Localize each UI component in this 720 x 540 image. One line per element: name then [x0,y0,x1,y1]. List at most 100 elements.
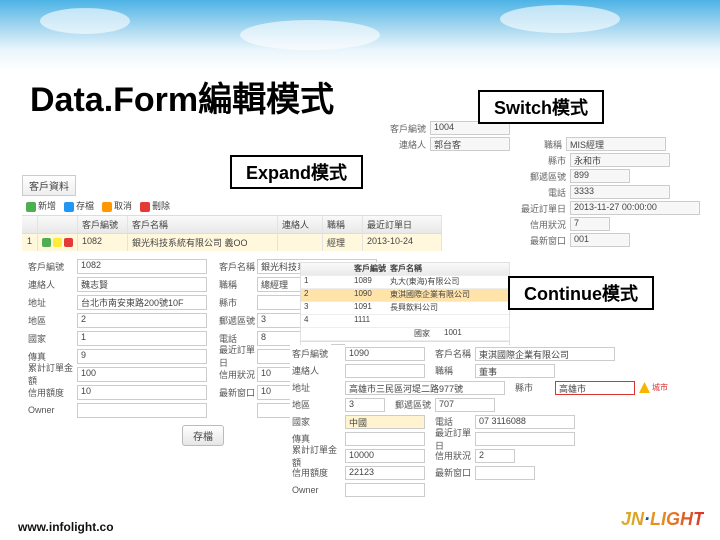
field-input[interactable] [345,364,425,378]
overlay-continue: Continue模式 [508,276,654,310]
field-label: 最近訂單日 [425,426,475,452]
field-input[interactable]: 2 [475,449,515,463]
field-value[interactable]: 7 [570,217,610,231]
overlay-expand: Expand模式 [230,155,363,189]
field-input[interactable]: 台北市南安東路200號10F [77,295,207,310]
field-label: 信用狀況 [207,368,257,381]
field-label: 連絡人 [290,364,345,377]
field-input[interactable] [345,483,425,497]
field-label: 職稱 [510,138,566,151]
overlay-switch: Switch模式 [478,90,604,124]
delete-icon[interactable] [64,238,73,247]
col-header[interactable]: 客戶編號 [351,263,387,275]
col-header[interactable]: 連絡人 [278,216,323,233]
field-input[interactable]: 高雄市 [555,381,635,395]
field-input[interactable]: 高雄市三民區河堤二路977號 [345,381,505,395]
field-label: 郵遞區號 [514,170,570,183]
field-label: 信用額度 [22,386,77,399]
field-value[interactable]: 1001 [441,328,465,340]
field-label: 客戶編號 [382,122,430,135]
grid-row[interactable]: 4 1111 [301,315,509,328]
field-label: 國家 [290,415,345,428]
grid-row[interactable]: 1 1089丸大(東海)有限公司 [301,276,509,289]
field-value[interactable]: 永和市 [570,153,670,167]
field-label: 信用狀況 [425,449,475,462]
field-label: 郵遞區號 [385,398,435,411]
field-input[interactable]: 2 [77,313,207,328]
grid-row[interactable]: 2 1090東淇國際企業有限公司 [301,289,509,302]
col-header[interactable] [22,216,38,233]
page-title: Data.Form編輯模式 [30,72,334,121]
field-input[interactable]: 1090 [345,347,425,361]
field-label: 信用額度 [290,466,345,479]
field-input[interactable] [475,466,535,480]
field-label: 職稱 [425,364,475,377]
field-input[interactable]: 董事 [475,364,555,378]
row-action-icons[interactable] [38,234,78,251]
field-value[interactable]: 郭台客 [430,137,510,151]
field-value[interactable]: 3333 [570,185,670,199]
field-label: 最新窗口 [207,386,257,399]
col-header[interactable]: 客戶名稱 [128,216,278,233]
field-label: 客戶編號 [290,347,345,360]
field-value[interactable]: MIS經理 [566,137,666,151]
field-input[interactable]: 3 [345,398,385,412]
field-label: 客戶名稱 [207,260,257,273]
edit-icon[interactable] [42,238,51,247]
col-header[interactable]: 職稱 [323,216,363,233]
field-label: 客戶名稱 [425,347,475,360]
field-input[interactable] [345,432,425,446]
field-input[interactable]: 07 3116088 [475,415,575,429]
field-value[interactable]: 899 [570,169,630,183]
warning-text: 城市 [652,382,668,393]
toolbar-取消[interactable]: 取消 [102,199,132,212]
field-label: 職稱 [207,278,257,291]
col-header[interactable]: 客戶編號 [78,216,128,233]
field-value[interactable]: 2013-11-27 00:00:00 [570,201,700,215]
field-label: 地址 [22,296,77,309]
field-label: 國家 [411,328,441,340]
field-label: 電話 [514,186,570,199]
field-input[interactable]: 魏志賢 [77,277,207,292]
field-label: 最新窗口 [514,234,570,247]
warning-icon [639,382,650,393]
field-input[interactable]: 707 [435,398,495,412]
field-label: 連絡人 [22,278,77,291]
field-value[interactable]: 001 [570,233,630,247]
field-label: 縣市 [207,296,257,309]
field-input[interactable]: 22123 [345,466,425,480]
field-input[interactable] [77,403,207,418]
toolbar-刪除[interactable]: 刪除 [140,199,170,212]
field-input[interactable]: 100 [77,367,207,382]
col-header[interactable]: 最近訂單日 [363,216,442,233]
grid-header: 客戶編號客戶名稱連絡人職稱最近訂單日 [22,215,442,234]
grid-row[interactable]: 3 1091長興飲料公司 [301,302,509,315]
field-label: 縣市 [514,154,570,167]
field-label: 客戶編號 [22,260,77,273]
field-input[interactable]: 1 [77,331,207,346]
field-label: 累計訂單金額 [22,361,77,387]
field-input[interactable]: 10000 [345,449,425,463]
continue-detail-form: 客戶編號1090客戶名稱東淇國際企業有限公司連絡人職稱董事地址高雄市三民區河堤二… [290,345,700,498]
grid-row-selected[interactable]: 1 1082 銀光科技系統有限公司 義OO 經理 2013-10-24 [22,234,442,251]
field-input[interactable]: 中國 [345,415,425,429]
header-gradient [0,0,720,70]
field-input[interactable]: 1082 [77,259,207,274]
toolbar-存檔[interactable]: 存檔 [64,199,94,212]
col-header[interactable]: 客戶名稱 [387,263,509,275]
field-label: Owner [22,405,77,415]
save-button[interactable]: 存檔 [182,425,224,446]
field-input[interactable]: 10 [77,385,207,400]
field-label: 地區 [290,398,345,411]
tab-customer[interactable]: 客戶資料 [22,175,76,196]
field-input[interactable]: 9 [77,349,207,364]
col-header[interactable] [38,216,78,233]
field-input[interactable]: 東淇國際企業有限公司 [475,347,615,361]
toolbar-新增[interactable]: 新增 [26,199,56,212]
field-label: 郵遞區號 [207,314,257,327]
field-label: 最近訂單日 [207,343,257,369]
warn-icon[interactable] [53,238,62,247]
field-input[interactable] [475,432,575,446]
field-label: Owner [290,485,345,495]
field-label: 連絡人 [382,138,430,151]
